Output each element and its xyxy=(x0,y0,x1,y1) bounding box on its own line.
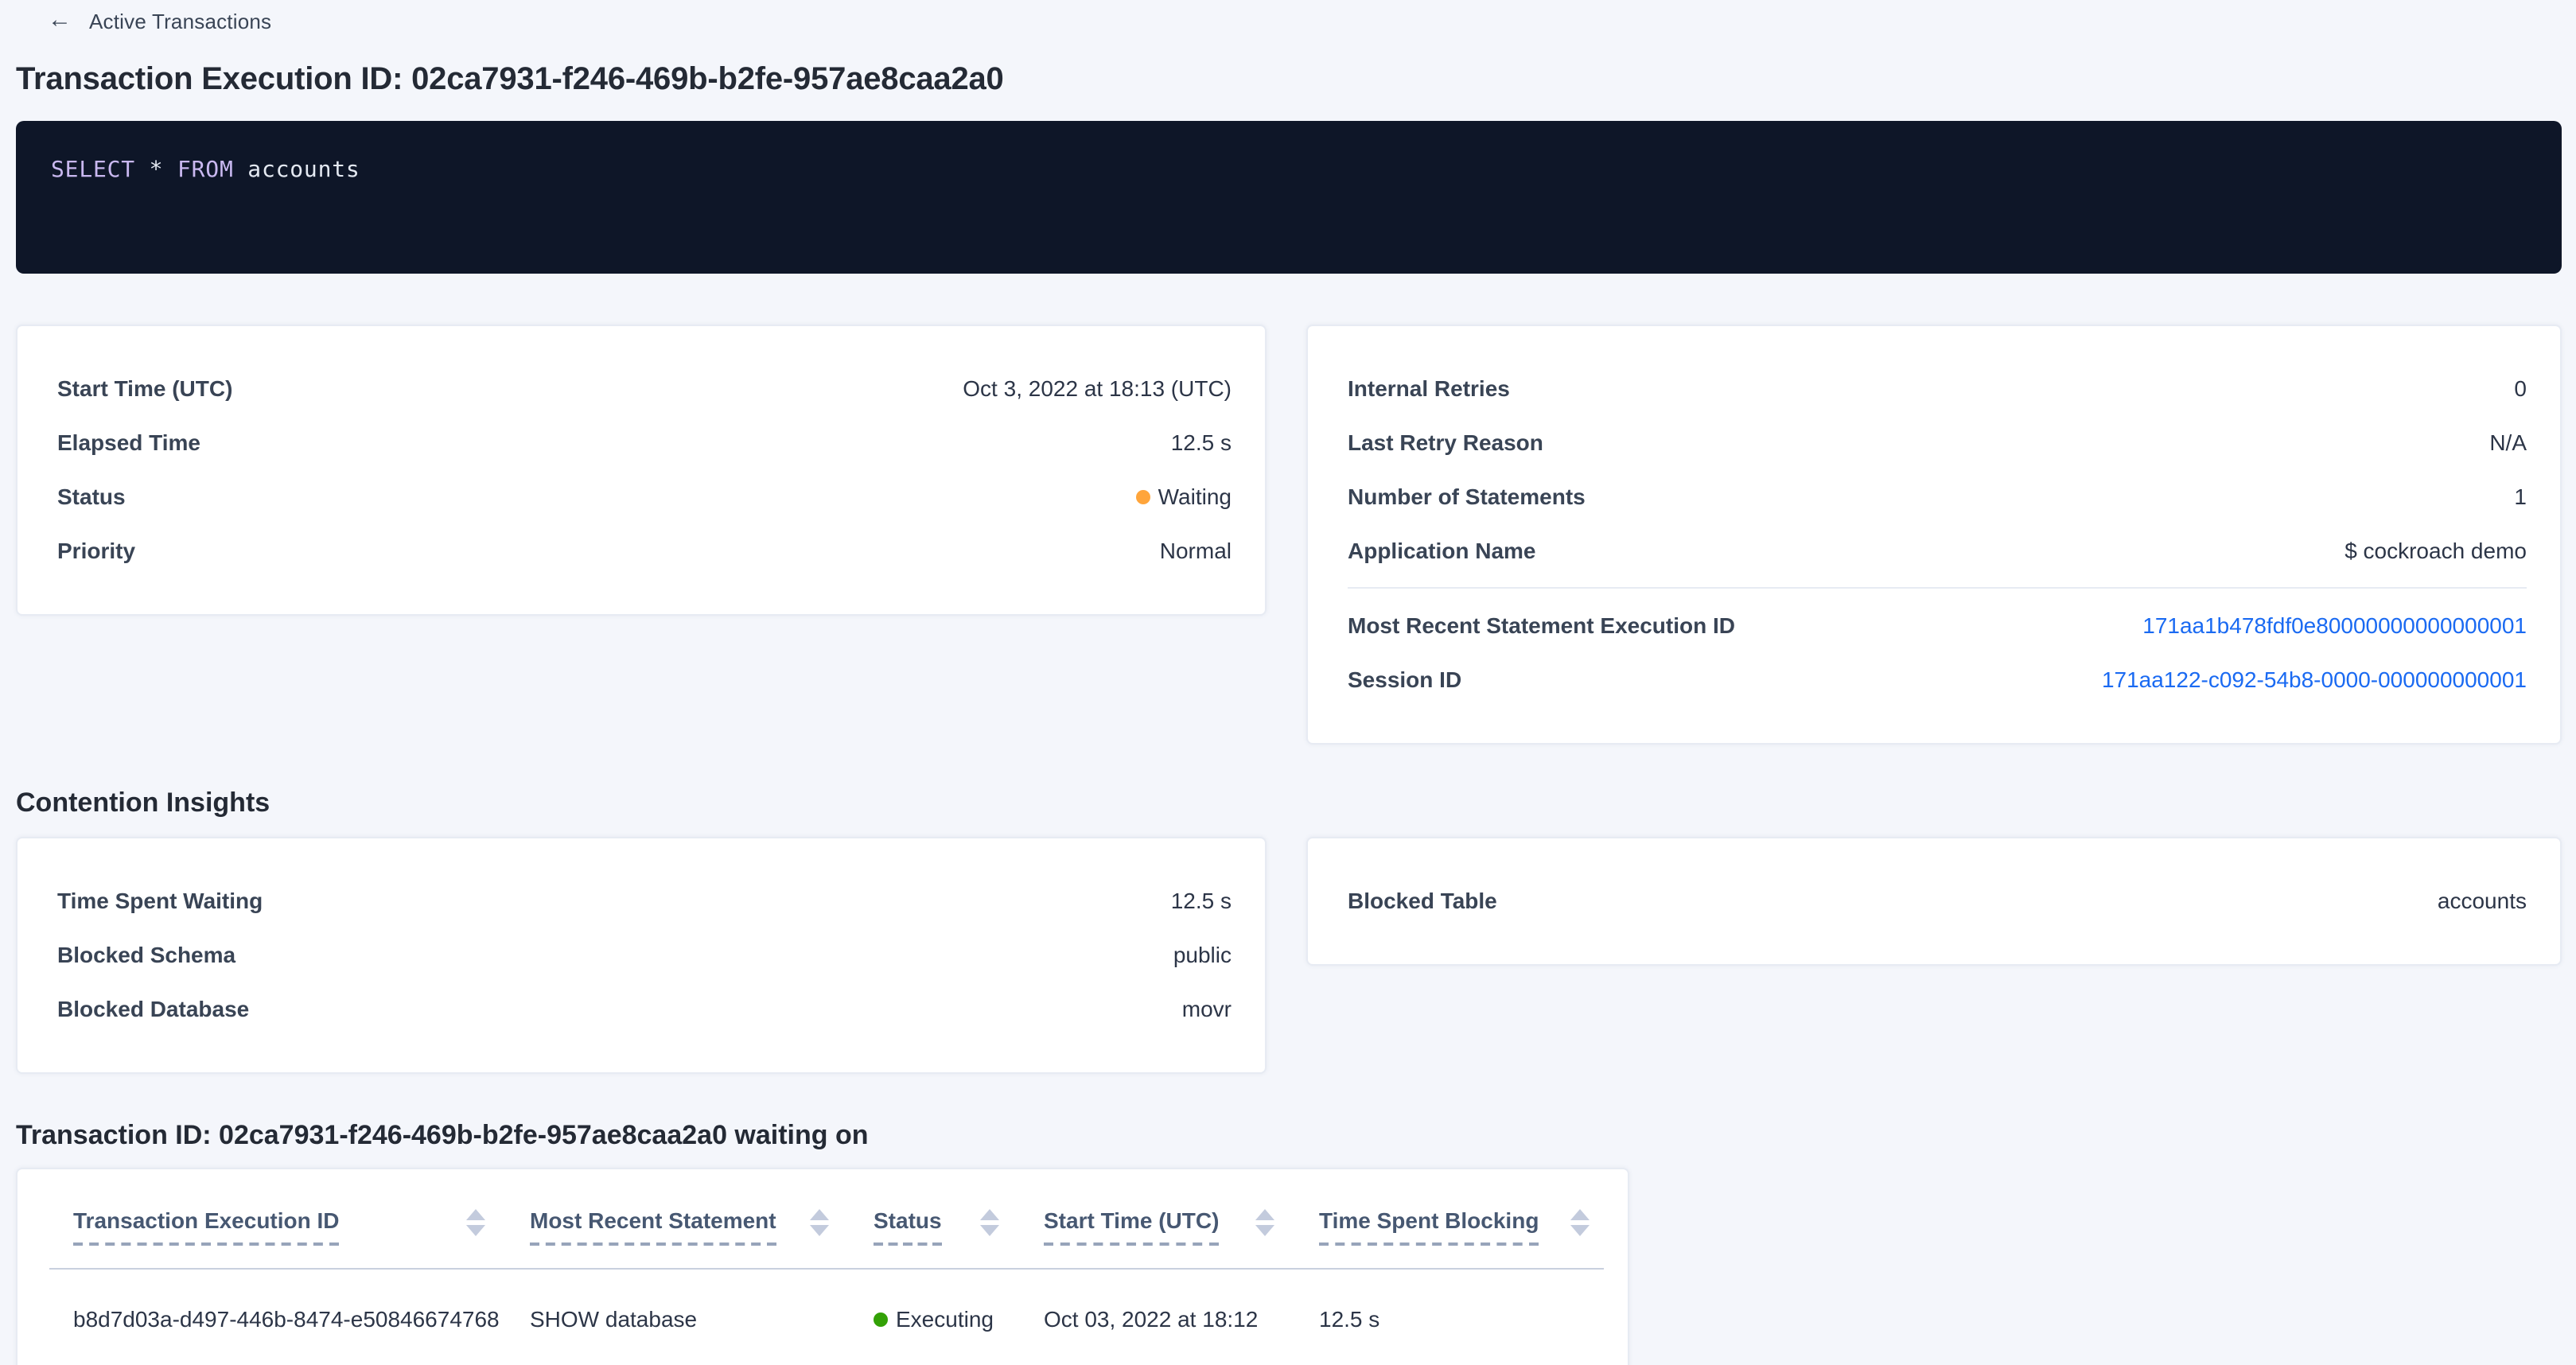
session-id-label: Session ID xyxy=(1348,667,1461,692)
sql-keyword-from: FROM xyxy=(177,158,234,183)
sort-icon[interactable] xyxy=(466,1208,485,1235)
summary-row-priority: Priority Normal xyxy=(57,523,1232,578)
contention-card-left: Time Spent Waiting 12.5 s Blocked Schema… xyxy=(16,837,1267,1074)
sql-statement-box: SELECT * FROM accounts xyxy=(16,121,2562,274)
column-header-time-spent-blocking[interactable]: Time Spent Blocking xyxy=(1319,1208,1590,1246)
column-header-label: Status xyxy=(874,1208,942,1246)
overview-card-right: Internal Retries 0 Last Retry Reason N/A… xyxy=(1306,325,2562,745)
summary-row-session-id: Session ID 171aa122-c092-54b8-0000-00000… xyxy=(1348,652,2527,706)
last-retry-reason-label: Last Retry Reason xyxy=(1348,430,1543,455)
summary-row-start-time: Start Time (UTC) Oct 3, 2022 at 18:13 (U… xyxy=(57,361,1232,415)
cell-time-spent-blocking: 12.5 s xyxy=(1319,1306,1590,1332)
column-header-label: Start Time (UTC) xyxy=(1044,1208,1219,1246)
column-header-most-recent-statement[interactable]: Most Recent Statement xyxy=(530,1208,874,1246)
overview-card-left: Start Time (UTC) Oct 3, 2022 at 18:13 (U… xyxy=(16,325,1267,616)
summary-row-last-retry-reason: Last Retry Reason N/A xyxy=(1348,415,2527,469)
summary-row-elapsed-time: Elapsed Time 12.5 s xyxy=(57,415,1232,469)
statement-execution-id-label: Most Recent Statement Execution ID xyxy=(1348,612,1735,638)
waiting-on-table: Transaction Execution ID Most Recent Sta… xyxy=(16,1168,1629,1365)
column-header-label: Transaction Execution ID xyxy=(73,1208,340,1246)
internal-retries-label: Internal Retries xyxy=(1348,375,1510,401)
time-spent-waiting-label: Time Spent Waiting xyxy=(57,888,263,913)
sql-table-name: accounts xyxy=(234,158,360,183)
contention-cards-row: Time Spent Waiting 12.5 s Blocked Schema… xyxy=(16,837,2562,1074)
statement-execution-id-link[interactable]: 171aa1b478fdf0e80000000000000001 xyxy=(2142,612,2527,638)
status-value: Waiting xyxy=(1136,484,1232,509)
priority-value: Normal xyxy=(1160,538,1232,563)
summary-row-blocked-schema: Blocked Schema public xyxy=(57,928,1232,982)
blocked-database-value: movr xyxy=(1182,996,1232,1021)
summary-row-number-of-statements: Number of Statements 1 xyxy=(1348,469,2527,523)
elapsed-time-value: 12.5 s xyxy=(1171,430,1232,455)
priority-label: Priority xyxy=(57,538,135,563)
back-link-label: Active Transactions xyxy=(89,9,271,33)
table-row: b8d7d03a-d497-446b-8474-e50846674768 SHO… xyxy=(18,1270,1628,1365)
application-name-label: Application Name xyxy=(1348,538,1536,563)
main-content: ← Active Transactions Transaction Execut… xyxy=(0,0,2576,1365)
contention-insights-heading: Contention Insights xyxy=(16,788,2562,819)
summary-row-statement-execution-id: Most Recent Statement Execution ID 171aa… xyxy=(1348,598,2527,652)
overview-cards-row: Start Time (UTC) Oct 3, 2022 at 18:13 (U… xyxy=(16,325,2562,745)
column-header-status[interactable]: Status xyxy=(874,1208,1044,1246)
blocked-schema-label: Blocked Schema xyxy=(57,942,235,967)
sort-icon[interactable] xyxy=(1255,1208,1274,1235)
summary-row-blocked-database: Blocked Database movr xyxy=(57,982,1232,1036)
sql-statement-text: SELECT * FROM accounts xyxy=(51,156,2527,185)
waiting-on-table-header-row: Transaction Execution ID Most Recent Sta… xyxy=(18,1169,1628,1246)
cell-status-text: Executing xyxy=(896,1306,994,1332)
waiting-on-heading: Transaction ID: 02ca7931-f246-469b-b2fe-… xyxy=(16,1120,2562,1152)
sort-icon[interactable] xyxy=(810,1208,829,1235)
summary-row-blocked-table: Blocked Table accounts xyxy=(1348,873,2527,928)
time-spent-waiting-value: 12.5 s xyxy=(1171,888,1232,913)
column-header-label: Time Spent Blocking xyxy=(1319,1208,1539,1246)
status-text: Waiting xyxy=(1158,484,1232,509)
start-time-label: Start Time (UTC) xyxy=(57,375,232,401)
blocked-table-value: accounts xyxy=(2438,888,2527,913)
cell-status: Executing xyxy=(874,1306,1044,1332)
sql-star: * xyxy=(135,158,177,183)
sort-icon[interactable] xyxy=(980,1208,999,1235)
summary-row-internal-retries: Internal Retries 0 xyxy=(1348,361,2527,415)
cell-transaction-execution-id: b8d7d03a-d497-446b-8474-e50846674768 xyxy=(73,1306,530,1332)
cell-start-time: Oct 03, 2022 at 18:12 xyxy=(1044,1306,1319,1332)
blocked-database-label: Blocked Database xyxy=(57,996,249,1021)
summary-row-status: Status Waiting xyxy=(57,469,1232,523)
elapsed-time-label: Elapsed Time xyxy=(57,430,200,455)
status-waiting-dot-icon xyxy=(1136,489,1150,504)
column-header-start-time[interactable]: Start Time (UTC) xyxy=(1044,1208,1319,1246)
application-name-value: $ cockroach demo xyxy=(2344,538,2527,563)
cell-most-recent-statement: SHOW database xyxy=(530,1306,874,1332)
status-label: Status xyxy=(57,484,126,509)
blocked-schema-value: public xyxy=(1173,942,1232,967)
session-id-link[interactable]: 171aa122-c092-54b8-0000-000000000001 xyxy=(2102,667,2527,692)
back-link-active-transactions[interactable]: ← Active Transactions xyxy=(16,0,271,33)
column-header-label: Most Recent Statement xyxy=(530,1208,776,1246)
number-of-statements-label: Number of Statements xyxy=(1348,484,1586,509)
back-arrow-icon: ← xyxy=(48,8,72,33)
contention-card-right: Blocked Table accounts xyxy=(1306,837,2562,966)
column-header-transaction-execution-id[interactable]: Transaction Execution ID xyxy=(73,1208,530,1246)
sql-keyword-select: SELECT xyxy=(51,158,135,183)
status-executing-dot-icon xyxy=(874,1312,888,1326)
card-divider xyxy=(1348,587,2527,589)
internal-retries-value: 0 xyxy=(2514,375,2527,401)
transaction-details-page: ← Active Transactions Transaction Execut… xyxy=(0,0,2576,1365)
summary-row-time-spent-waiting: Time Spent Waiting 12.5 s xyxy=(57,873,1232,928)
start-time-value: Oct 3, 2022 at 18:13 (UTC) xyxy=(963,375,1232,401)
number-of-statements-value: 1 xyxy=(2514,484,2527,509)
summary-row-application-name: Application Name $ cockroach demo xyxy=(1348,523,2527,578)
blocked-table-label: Blocked Table xyxy=(1348,888,1497,913)
last-retry-reason-value: N/A xyxy=(2489,430,2527,455)
sort-icon[interactable] xyxy=(1570,1208,1590,1235)
page-title: Transaction Execution ID: 02ca7931-f246-… xyxy=(16,62,2562,99)
